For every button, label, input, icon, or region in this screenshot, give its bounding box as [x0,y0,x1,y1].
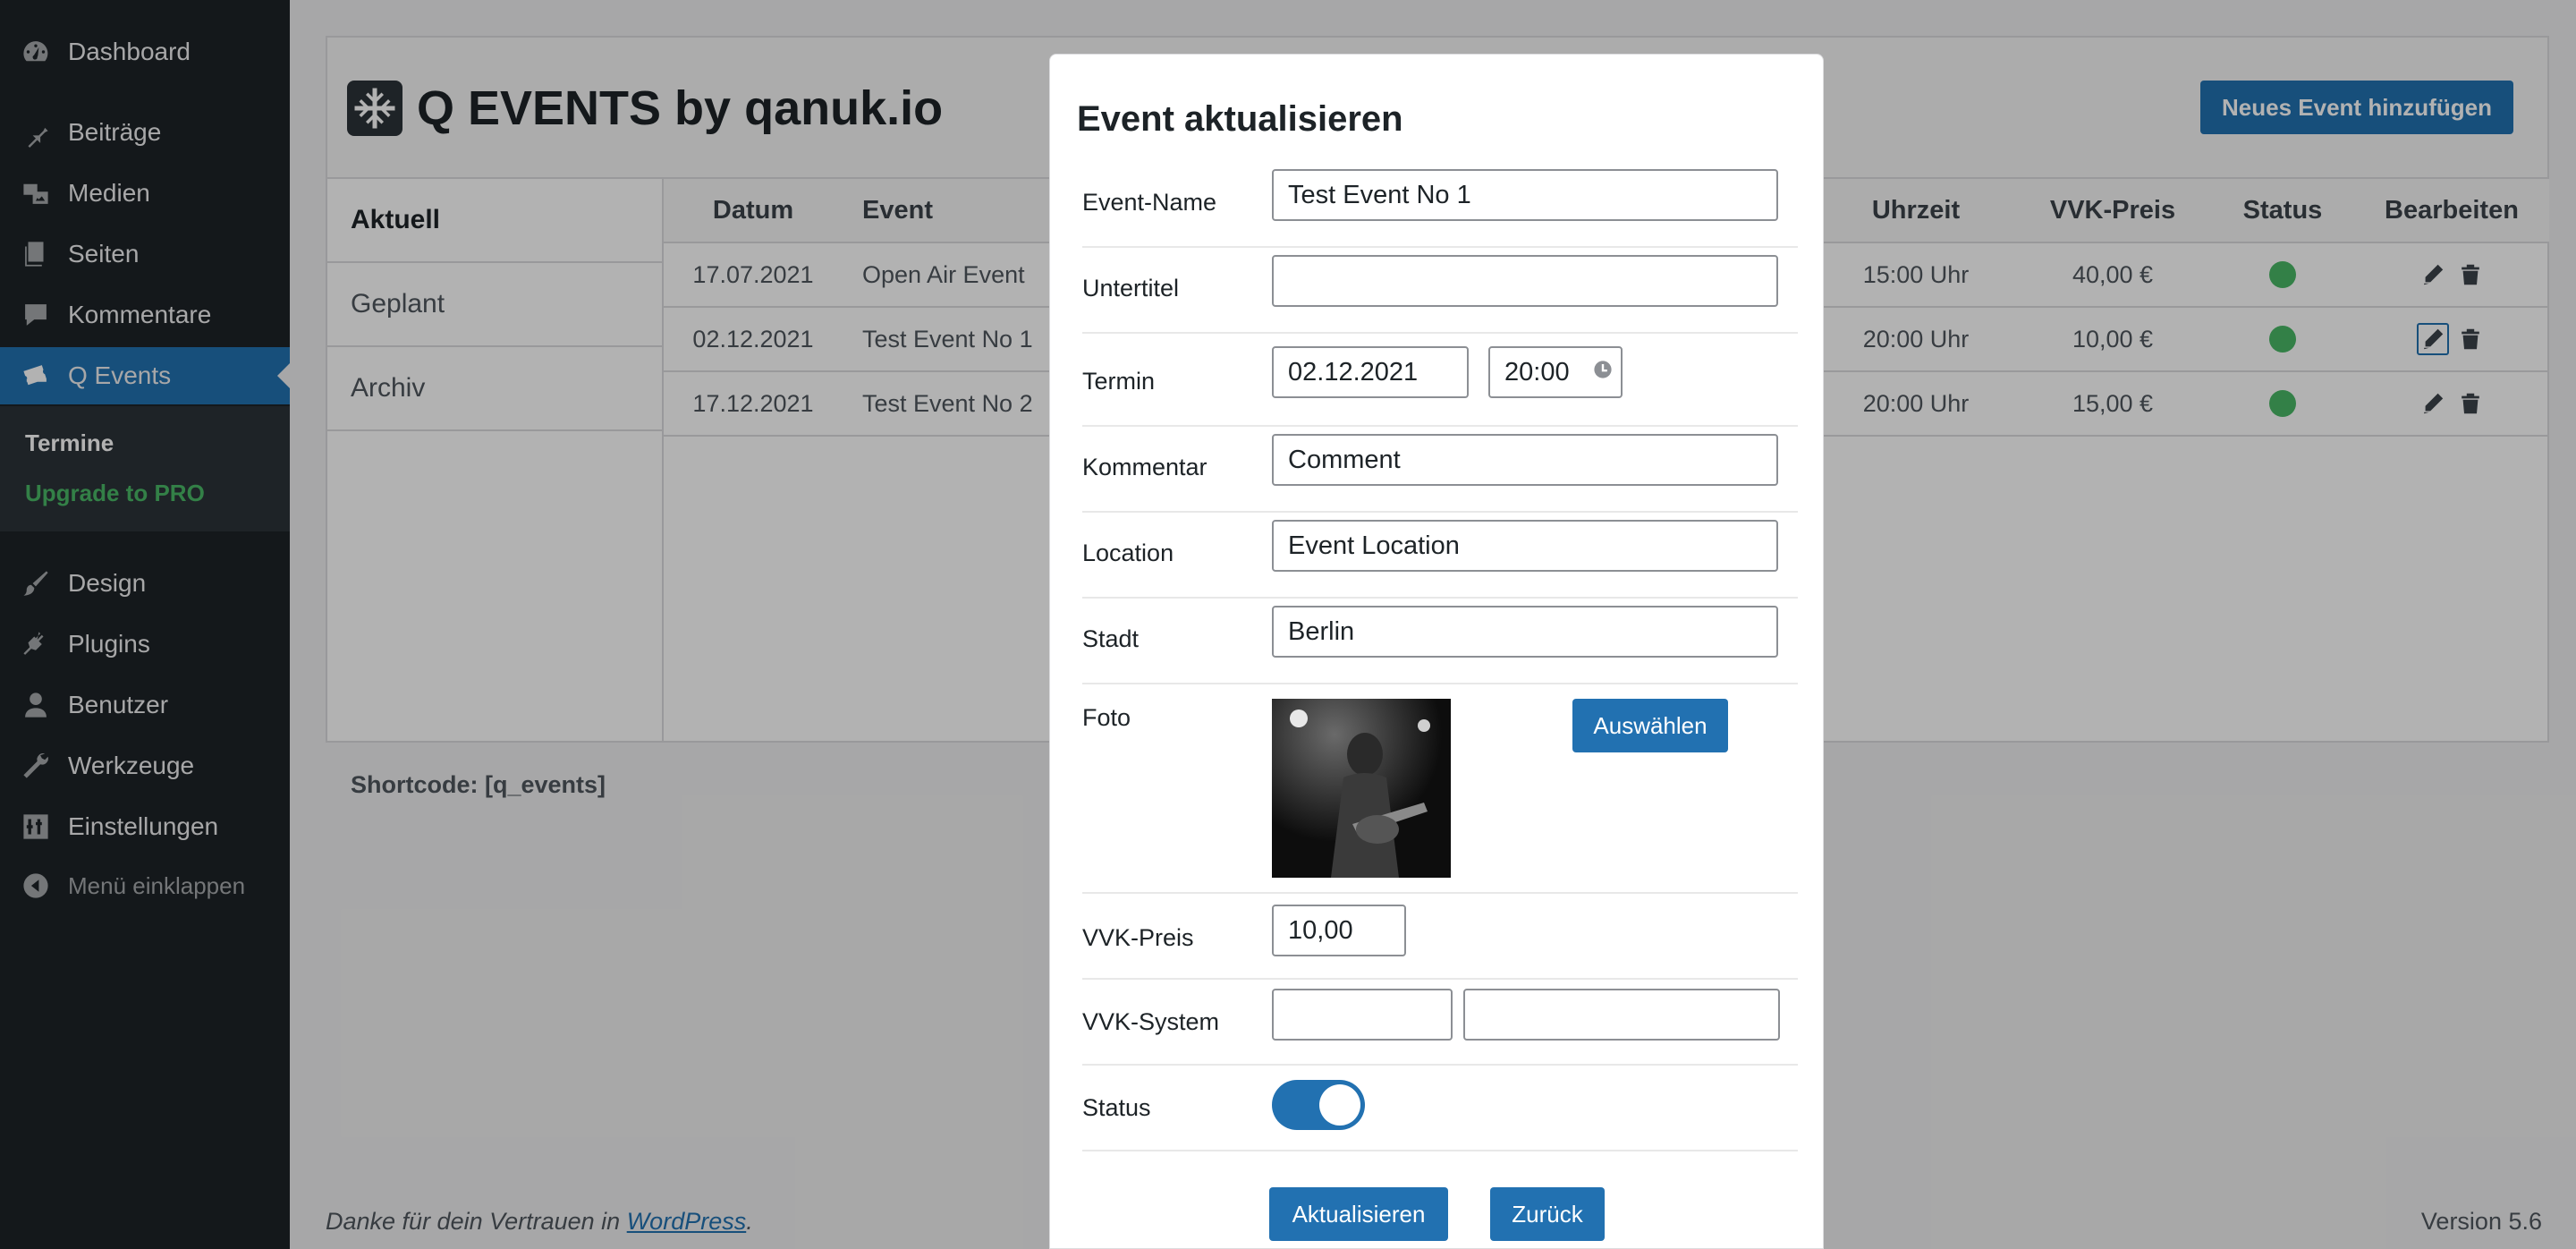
form-row-subtitle: Untertitel [1082,248,1798,334]
form-row-system: VVK-System [1082,980,1798,1066]
form-row-termin: Termin 02.12.2021 20:00 [1082,334,1798,427]
toggle-knob [1319,1084,1360,1126]
location-label: Location [1082,540,1174,566]
location-input[interactable]: Event Location [1272,520,1778,572]
form-row-photo: Foto Auswählen [1082,684,1798,894]
city-label: Stadt [1082,625,1140,652]
time-input[interactable]: 20:00 [1488,346,1623,398]
edit-event-dialog: Event aktualisieren Event-Name Test Even… [1049,54,1824,1249]
status-label: Status [1082,1094,1151,1121]
form-row-status: Status [1082,1066,1798,1151]
price-label: VVK-Preis [1082,924,1194,951]
event-name-input[interactable]: Test Event No 1 [1272,169,1778,221]
comment-label: Kommentar [1082,454,1208,480]
event-photo-thumbnail [1272,699,1451,878]
system-label: VVK-System [1082,1008,1220,1035]
form-row-price: VVK-Preis 10,00 [1082,894,1798,980]
back-button[interactable]: Zurück [1490,1187,1605,1241]
comment-input[interactable]: Comment [1272,434,1778,486]
event-name-label: Event-Name [1082,189,1217,216]
system-input-a[interactable] [1272,989,1453,1041]
update-button[interactable]: Aktualisieren [1269,1187,1448,1241]
form-row-city: Stadt Berlin [1082,599,1798,684]
choose-photo-button[interactable]: Auswählen [1572,699,1728,752]
form-row-comment: Kommentar Comment [1082,427,1798,513]
date-input[interactable]: 02.12.2021 [1272,346,1469,398]
clock-icon [1592,358,1614,387]
status-toggle[interactable] [1272,1080,1365,1130]
price-input[interactable]: 10,00 [1272,905,1406,956]
system-input-b[interactable] [1463,989,1780,1041]
termin-label: Termin [1082,368,1156,395]
time-value: 20:00 [1504,357,1570,387]
subtitle-label: Untertitel [1082,275,1180,302]
form-row-location: Location Event Location [1082,513,1798,599]
form-row-name: Event-Name Test Event No 1 [1082,162,1798,248]
photo-label: Foto [1082,704,1131,731]
subtitle-input[interactable] [1272,255,1778,307]
wp-admin-screen: Dashboard Beiträge Medien Seiten Komment… [0,0,2576,1249]
city-input[interactable]: Berlin [1272,606,1778,658]
dialog-title: Event aktualisieren [1077,99,1403,139]
